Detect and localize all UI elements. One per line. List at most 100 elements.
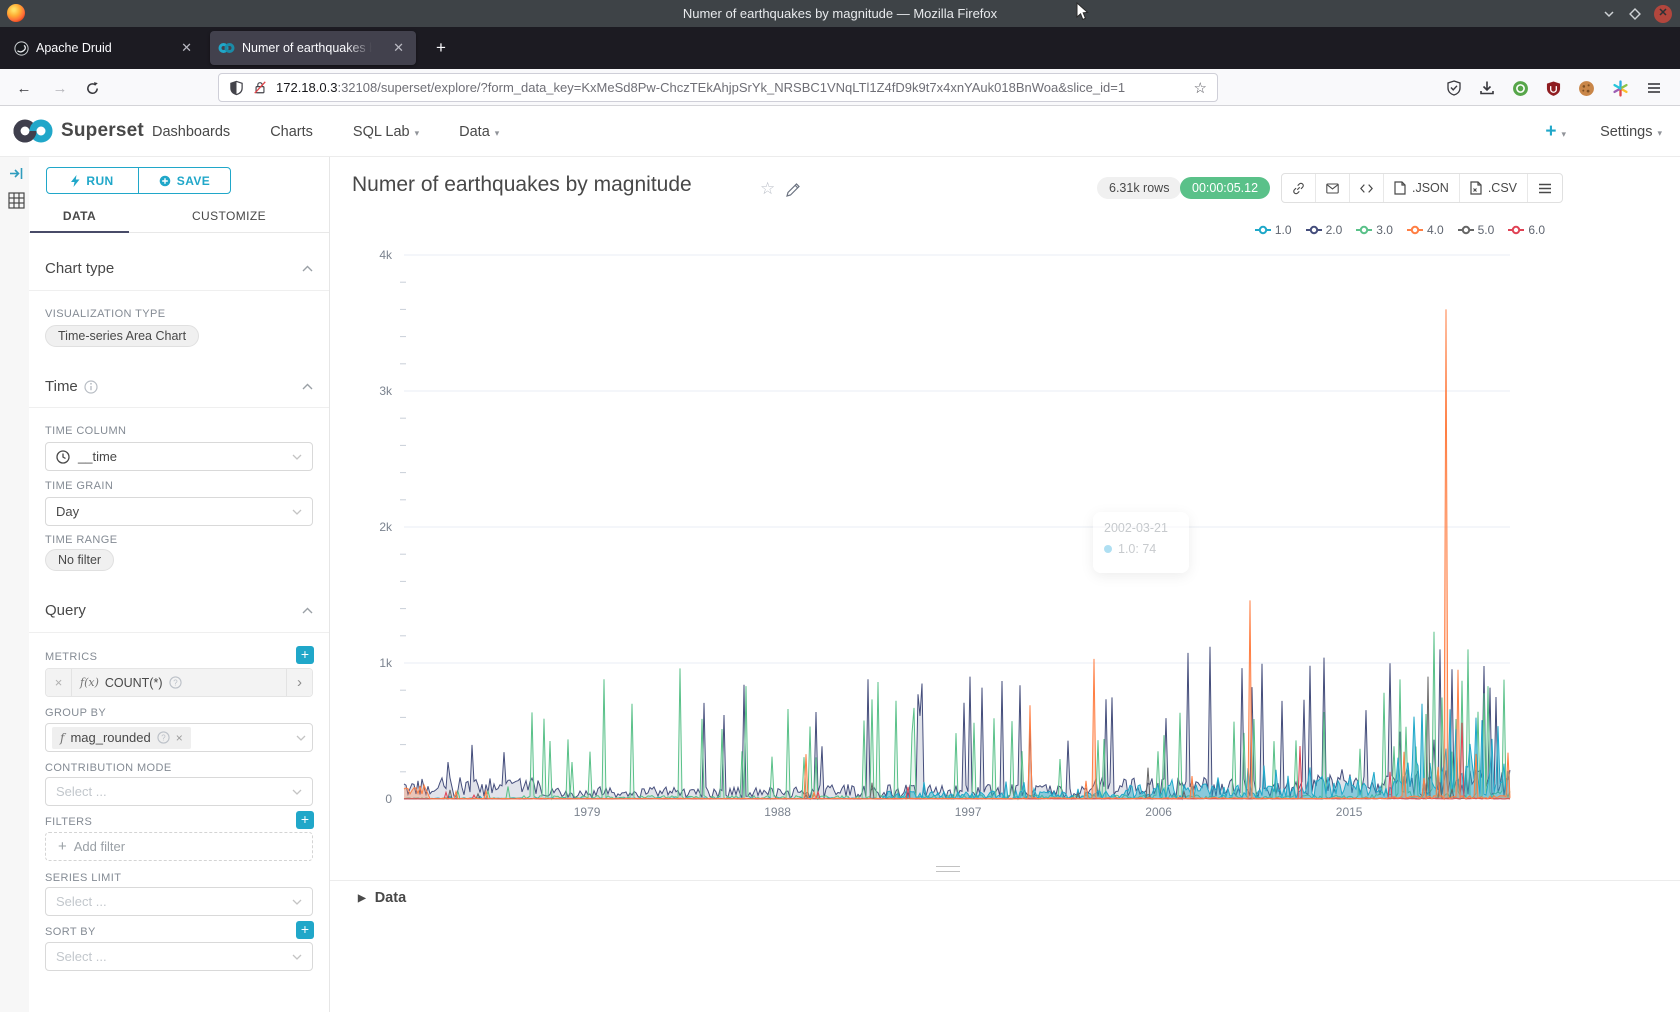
svg-text:2k: 2k (379, 520, 393, 534)
time-column-label: TIME COLUMN (45, 425, 126, 437)
nav-dashboards[interactable]: Dashboards (152, 124, 230, 140)
legend-item-4.0[interactable]: 4.0 (1407, 223, 1444, 237)
export-json-button[interactable]: .JSON (1384, 174, 1460, 202)
run-button[interactable]: RUN (47, 168, 139, 193)
add-filter-plus-button[interactable]: + (296, 811, 314, 829)
caret-down-icon: ▾ (1657, 128, 1662, 138)
window-maximize-button[interactable] (1628, 7, 1642, 21)
downloads-icon[interactable] (1479, 80, 1495, 96)
window-close-button[interactable]: ✕ (1654, 5, 1672, 23)
data-panel-toggle[interactable]: ▶ Data (358, 890, 406, 906)
add-filter-box[interactable]: + Add filter (45, 832, 313, 861)
export-csv-button[interactable]: .CSV (1460, 174, 1528, 202)
save-button[interactable]: SAVE (139, 168, 230, 193)
section-chart-type[interactable]: Chart type (45, 260, 313, 277)
sort-by-select[interactable]: Select ... (45, 942, 313, 971)
tooltip-series-value: 1.0: 74 (1118, 542, 1156, 556)
time-column-select[interactable]: __time (45, 442, 313, 471)
envelope-icon (1326, 182, 1339, 195)
druid-favicon (14, 41, 29, 56)
back-button[interactable]: ← (12, 76, 36, 100)
superset-infinity-icon (12, 117, 54, 145)
svg-text:2015: 2015 (1336, 805, 1363, 819)
browser-tab-apache-druid[interactable]: Apache Druid ✕ (6, 31, 204, 65)
chart-plot[interactable]: 01k2k3k4k19791988199720062015 (330, 240, 1560, 840)
nav-sql-lab[interactable]: SQL Lab▾ (353, 124, 419, 140)
series-limit-select[interactable]: Select ... (45, 887, 313, 916)
series-line-3.0 (404, 632, 1510, 799)
ublock-shield-icon[interactable] (1546, 80, 1561, 97)
email-button[interactable] (1316, 174, 1350, 202)
menu-icon (1538, 183, 1552, 194)
chart-actions-group: .JSON .CSV (1281, 173, 1563, 203)
extension-green-icon[interactable] (1512, 80, 1529, 97)
legend-item-3.0[interactable]: 3.0 (1356, 223, 1393, 237)
metric-item[interactable]: × f(x) COUNT(*) ? › (45, 668, 313, 697)
browser-menu-icon[interactable] (1646, 80, 1662, 96)
url-host: 172.18.0.3 (276, 80, 337, 95)
browser-tab-superset-chart[interactable]: Numer of earthquakes by ✕ (210, 31, 416, 65)
question-circle-icon: ? (157, 731, 170, 744)
bookmark-star-icon[interactable]: ☆ (1194, 79, 1207, 97)
cookie-icon[interactable] (1578, 80, 1595, 97)
nav-data[interactable]: Data▾ (459, 124, 499, 140)
legend-item-5.0[interactable]: 5.0 (1458, 223, 1495, 237)
datasource-grid-icon[interactable] (8, 192, 25, 209)
code-icon (1360, 183, 1373, 194)
series-line-4.0 (404, 309, 1510, 799)
legend-item-1.0[interactable]: 1.0 (1255, 223, 1292, 237)
favorite-star-icon[interactable]: ☆ (760, 179, 775, 199)
superset-header: Superset Dashboards Charts SQL Lab▾ Data… (0, 106, 1680, 157)
tab-data[interactable]: DATA (29, 200, 130, 232)
add-metric-button[interactable]: + (296, 646, 314, 664)
tab-customize[interactable]: CUSTOMIZE (130, 200, 328, 232)
collapse-panel-icon[interactable] (9, 167, 24, 180)
add-sort-by-button[interactable]: + (296, 921, 314, 939)
section-time[interactable]: Time (45, 378, 313, 395)
group-by-chip[interactable]: f mag_rounded ? × (52, 727, 191, 749)
url-bar[interactable]: 172.18.0.3:32108/superset/explore/?form_… (218, 73, 1218, 102)
insecure-lock-icon[interactable] (253, 80, 267, 95)
forward-button[interactable]: → (48, 76, 72, 100)
embed-code-button[interactable] (1350, 174, 1384, 202)
chart-legend: 1.0 2.0 3.0 4.0 5.0 6.0 (1255, 223, 1545, 237)
chart-menu-button[interactable] (1528, 174, 1562, 202)
tab-close-icon[interactable]: ✕ (177, 40, 196, 56)
question-circle-icon: ? (169, 676, 182, 689)
edit-pencil-icon[interactable] (786, 182, 801, 197)
chevron-down-icon (292, 954, 302, 960)
window-titlebar: Numer of earthquakes by magnitude — Mozi… (0, 0, 1680, 27)
viz-type-pill[interactable]: Time-series Area Chart (45, 325, 199, 347)
chevron-down-icon (292, 454, 302, 460)
nav-charts[interactable]: Charts (270, 124, 313, 140)
svg-text:?: ? (173, 678, 178, 687)
pocket-shield-icon[interactable] (1446, 80, 1462, 96)
time-range-pill[interactable]: No filter (45, 549, 114, 571)
new-item-button[interactable]: +▾ (1545, 121, 1566, 143)
superset-logo[interactable]: Superset (12, 117, 144, 145)
sort-by-label: SORT BY (45, 926, 96, 938)
window-minimize-button[interactable] (1602, 7, 1616, 21)
tracking-shield-icon[interactable] (229, 80, 244, 96)
legend-item-2.0[interactable]: 2.0 (1306, 223, 1343, 237)
svg-text:1997: 1997 (955, 805, 982, 819)
time-grain-select[interactable]: Day (45, 497, 313, 526)
contribution-mode-select[interactable]: Select ... (45, 777, 313, 806)
legend-item-6.0[interactable]: 6.0 (1508, 223, 1545, 237)
panel-resize-handle[interactable] (936, 866, 960, 872)
caret-down-icon: ▾ (415, 128, 420, 138)
copy-link-button[interactable] (1282, 174, 1316, 202)
extension-pinwheel-icon[interactable] (1612, 80, 1629, 97)
chevron-down-icon (292, 899, 302, 905)
url-path: :32108/superset/explore/?form_data_key=K… (337, 80, 1125, 95)
settings-menu[interactable]: Settings▾ (1600, 124, 1662, 140)
new-tab-button[interactable]: + (428, 35, 454, 61)
tab-close-icon[interactable]: ✕ (389, 40, 408, 56)
expand-metric-icon[interactable]: › (286, 669, 312, 696)
remove-chip-icon[interactable]: × (176, 731, 183, 745)
reload-button[interactable] (80, 76, 104, 100)
section-query[interactable]: Query (45, 602, 313, 619)
svg-text:4k: 4k (379, 248, 393, 262)
group-by-select[interactable]: f mag_rounded ? × (45, 723, 313, 752)
remove-metric-icon[interactable]: × (46, 669, 72, 696)
